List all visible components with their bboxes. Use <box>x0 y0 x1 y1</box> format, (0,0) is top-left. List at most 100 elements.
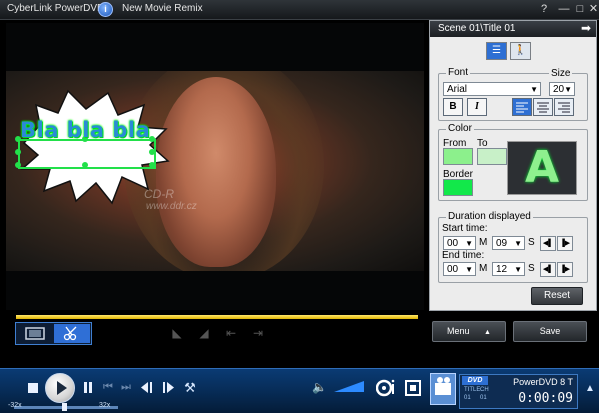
align-right-icon[interactable] <box>554 98 574 116</box>
pause-icon[interactable] <box>82 381 94 394</box>
next-arrow-icon[interactable]: ➡ <box>581 21 591 35</box>
close-button[interactable]: ✕ <box>588 2 599 16</box>
end-step-forward-icon[interactable]: ▐▶ <box>557 262 573 277</box>
expand-up-icon[interactable]: ▲ <box>585 383 595 394</box>
volume-slider[interactable] <box>334 381 364 392</box>
resize-handle-bottom[interactable] <box>82 162 88 168</box>
border-color-swatch[interactable] <box>443 179 473 196</box>
chevron-down-icon: ▼ <box>530 85 538 94</box>
speed-slider-thumb[interactable] <box>61 403 67 411</box>
font-group-label: Font <box>446 67 471 78</box>
chevron-down-icon: ▼ <box>514 239 522 248</box>
start-minutes-value: 00 <box>447 238 459 249</box>
resize-handle-bottom-right[interactable] <box>149 162 155 168</box>
font-select[interactable]: Arial ▼ <box>443 82 541 96</box>
title-number-value: 01 <box>464 395 471 401</box>
stop-icon[interactable] <box>28 383 38 393</box>
bold-button[interactable]: B <box>443 98 463 116</box>
resize-handle-right[interactable] <box>149 149 155 155</box>
menu-arrow-icon: ▲ <box>484 329 491 336</box>
disc-info-icon[interactable] <box>375 378 396 398</box>
chevron-down-icon: ▼ <box>514 265 522 274</box>
align-center-icon[interactable] <box>533 98 553 116</box>
duration-group-label: Duration displayed <box>446 211 533 222</box>
speed-max-label: 32x <box>99 402 111 409</box>
size-select[interactable]: 20 ▼ <box>549 82 575 96</box>
save-button[interactable]: Save <box>513 321 587 342</box>
from-color-swatch[interactable] <box>443 148 473 165</box>
start-step-forward-icon[interactable]: ▐▶ <box>557 236 573 251</box>
tools-icon[interactable]: ⚒ <box>183 380 197 395</box>
menu-button[interactable]: Menu ▲ <box>432 321 506 342</box>
dvd-logo: DVD <box>462 376 488 385</box>
reset-button[interactable]: Reset <box>531 287 583 305</box>
end-step-back-icon[interactable]: ◀▌ <box>540 262 556 277</box>
edit-mode-toggle[interactable] <box>15 322 92 345</box>
info-icon[interactable]: i <box>98 2 113 17</box>
text-color-preview: A <box>507 141 577 195</box>
chapter-number-value: 01 <box>480 395 487 401</box>
scissors-icon[interactable] <box>54 324 90 343</box>
end-minutes-select[interactable]: 00 ▼ <box>443 262 476 276</box>
end-seconds-select[interactable]: 12 ▼ <box>492 262 525 276</box>
speaker-icon[interactable]: 🔈 <box>312 380 327 395</box>
text-effects-panel: Scene 01\Title 01 ➡ ☰ 🚶 Font Size Arial … <box>429 20 597 311</box>
movie-remix-icon[interactable] <box>430 373 456 405</box>
italic-button[interactable]: I <box>467 98 487 116</box>
start-minutes-select[interactable]: 00 ▼ <box>443 236 476 250</box>
disc-info-display[interactable]: DVD TITLE CH 01 01 PowerDVD 8 T 0:00:09 <box>459 374 578 409</box>
set-out-point-icon[interactable]: ◢ <box>197 326 211 340</box>
step-forward-icon[interactable] <box>161 381 175 394</box>
start-time-label: Start time: <box>442 223 488 234</box>
size-label: Size <box>549 68 573 79</box>
resize-handle-bottom-left[interactable] <box>15 162 21 168</box>
minutes-unit: M <box>479 263 488 274</box>
to-color-swatch[interactable] <box>477 148 507 165</box>
resize-handle-left[interactable] <box>15 149 21 155</box>
font-value: Arial <box>447 84 468 95</box>
video-preview-panel[interactable]: CD-R www.ddr.cz Bla bla bla <box>6 23 424 310</box>
bubble-caption-text[interactable]: Bla bla bla <box>20 118 150 142</box>
next-chapter-icon[interactable]: ⏭ <box>120 381 132 394</box>
preview-letter: A <box>524 142 560 193</box>
seconds-unit: S <box>528 263 535 274</box>
playback-time: 0:00:09 <box>518 391 573 406</box>
align-left-icon[interactable] <box>512 98 532 116</box>
go-to-out-point-icon[interactable]: ⇥ <box>251 326 265 340</box>
film-strip-icon[interactable] <box>17 324 53 343</box>
walker-icon[interactable]: 🚶 <box>510 42 531 60</box>
play-icon[interactable] <box>45 373 75 403</box>
product-name: PowerDVD 8 T <box>513 377 573 387</box>
previous-chapter-icon[interactable]: ⏮ <box>102 381 114 394</box>
set-in-point-icon[interactable]: ◣ <box>170 326 184 340</box>
title-number-label: TITLE <box>464 387 481 393</box>
chevron-down-icon: ▼ <box>465 239 473 248</box>
start-step-back-icon[interactable]: ◀▌ <box>540 236 556 251</box>
panel-header: Scene 01\Title 01 ➡ <box>430 21 596 37</box>
seconds-unit: S <box>528 237 535 248</box>
video-face <box>156 77 276 267</box>
end-seconds-value: 12 <box>496 264 508 275</box>
minutes-unit: M <box>479 237 488 248</box>
panel-title: Scene 01\Title 01 <box>438 23 516 34</box>
maximize-button[interactable]: □ <box>573 2 587 16</box>
color-group-label: Color <box>446 123 474 134</box>
step-backward-icon[interactable] <box>140 381 154 394</box>
document-title: New Movie Remix <box>122 3 203 14</box>
end-minutes-value: 00 <box>447 264 459 275</box>
help-button[interactable]: ? <box>537 2 551 16</box>
text-tool-icon[interactable]: ☰ <box>486 42 507 60</box>
film-clip-icon[interactable] <box>404 378 422 398</box>
chapter-number-label: CH <box>480 387 489 393</box>
go-to-in-point-icon[interactable]: ⇤ <box>224 326 238 340</box>
end-time-label: End time: <box>442 250 485 261</box>
minimize-button[interactable]: — <box>557 2 571 16</box>
start-seconds-value: 09 <box>496 238 508 249</box>
speed-min-label: -32x <box>8 402 22 409</box>
clip-progress-bar[interactable] <box>16 315 418 319</box>
title-bar: CyberLink PowerDVD i New Movie Remix ? —… <box>0 0 599 20</box>
app-name: CyberLink PowerDVD <box>7 3 105 14</box>
menu-label: Menu <box>447 326 470 336</box>
start-seconds-select[interactable]: 09 ▼ <box>492 236 525 250</box>
size-value: 20 <box>553 84 565 95</box>
